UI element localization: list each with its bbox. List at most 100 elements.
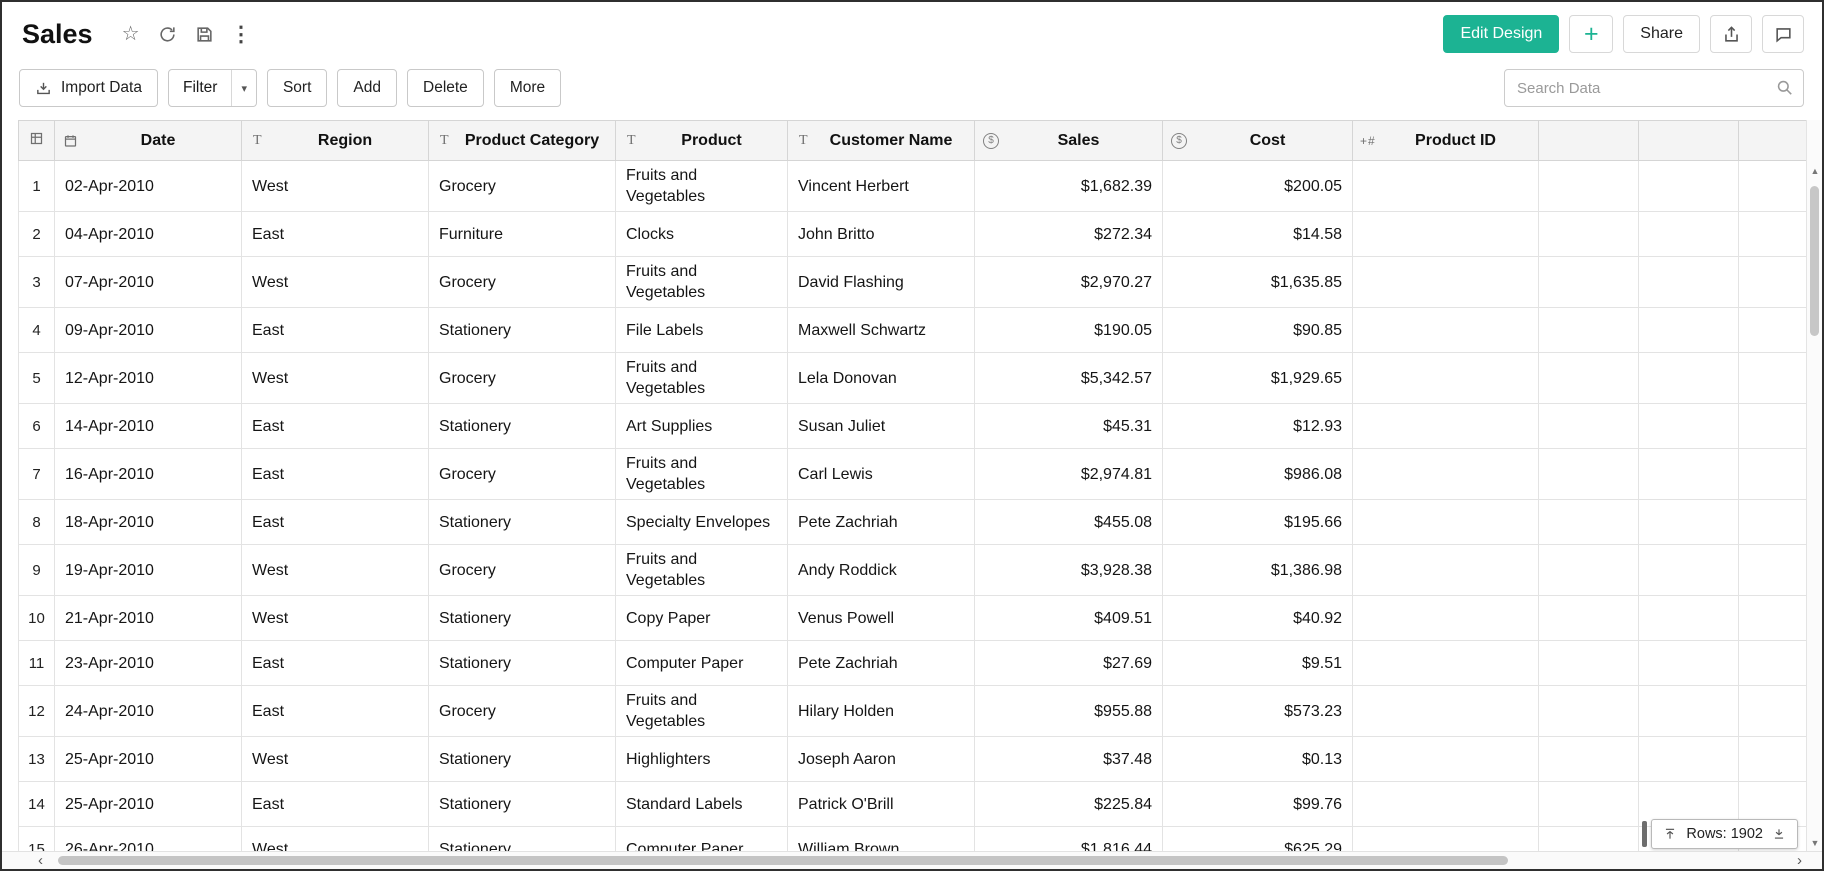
cell-customer[interactable]: David Flashing <box>788 257 975 308</box>
cell-cost[interactable]: $9.51 <box>1163 641 1353 686</box>
cell-customer[interactable]: William Brown <box>788 827 975 852</box>
cell-empty[interactable] <box>1739 353 1808 404</box>
cell-cost[interactable]: $14.58 <box>1163 212 1353 257</box>
cell-region[interactable]: West <box>242 545 429 596</box>
cell-category[interactable]: Grocery <box>429 257 616 308</box>
cell-sales[interactable]: $1,682.39 <box>975 161 1163 212</box>
cell-category[interactable]: Stationery <box>429 641 616 686</box>
cell-empty[interactable] <box>1739 641 1808 686</box>
cell-category[interactable]: Stationery <box>429 308 616 353</box>
cell-empty[interactable] <box>1353 827 1539 852</box>
cell-empty[interactable] <box>1539 827 1639 852</box>
cell-product[interactable]: Fruits and Vegetables <box>616 686 788 737</box>
cell-product[interactable]: Copy Paper <box>616 596 788 641</box>
more-button[interactable]: More <box>494 69 561 107</box>
cell-empty[interactable] <box>1353 257 1539 308</box>
create-new-button[interactable]: + <box>1569 15 1613 53</box>
cell-cost[interactable]: $573.23 <box>1163 686 1353 737</box>
cell-empty[interactable] <box>1539 308 1639 353</box>
column-header-region[interactable]: T Region <box>242 121 429 161</box>
row-number[interactable]: 13 <box>19 737 55 782</box>
filter-label[interactable]: Filter <box>169 70 231 106</box>
cell-customer[interactable]: Susan Juliet <box>788 404 975 449</box>
cell-date[interactable]: 23-Apr-2010 <box>55 641 242 686</box>
cell-category[interactable]: Stationery <box>429 782 616 827</box>
cell-date[interactable]: 07-Apr-2010 <box>55 257 242 308</box>
cell-date[interactable]: 14-Apr-2010 <box>55 404 242 449</box>
scroll-down-icon[interactable]: ▼ <box>1807 838 1822 848</box>
cell-customer[interactable]: Andy Roddick <box>788 545 975 596</box>
cell-category[interactable]: Stationery <box>429 596 616 641</box>
cell-region[interactable]: East <box>242 308 429 353</box>
cell-customer[interactable]: Carl Lewis <box>788 449 975 500</box>
cell-date[interactable]: 26-Apr-2010 <box>55 827 242 852</box>
cell-empty[interactable] <box>1539 404 1639 449</box>
cell-cost[interactable]: $12.93 <box>1163 404 1353 449</box>
cell-empty[interactable] <box>1539 545 1639 596</box>
cell-cost[interactable]: $99.76 <box>1163 782 1353 827</box>
badge-handle[interactable] <box>1642 821 1647 847</box>
cell-empty[interactable] <box>1539 500 1639 545</box>
cell-empty[interactable] <box>1539 257 1639 308</box>
cell-category[interactable]: Stationery <box>429 500 616 545</box>
sort-button[interactable]: Sort <box>267 69 327 107</box>
cell-empty[interactable] <box>1539 641 1639 686</box>
horizontal-scroll-thumb[interactable] <box>58 856 1508 865</box>
cell-date[interactable]: 19-Apr-2010 <box>55 545 242 596</box>
cell-empty[interactable] <box>1539 596 1639 641</box>
column-header-sales[interactable]: $ Sales <box>975 121 1163 161</box>
save-icon[interactable] <box>195 25 214 44</box>
cell-empty[interactable] <box>1353 161 1539 212</box>
cell-cost[interactable]: $40.92 <box>1163 596 1353 641</box>
row-number[interactable]: 14 <box>19 782 55 827</box>
row-number[interactable]: 2 <box>19 212 55 257</box>
cell-empty[interactable] <box>1539 161 1639 212</box>
cell-category[interactable]: Furniture <box>429 212 616 257</box>
cell-date[interactable]: 12-Apr-2010 <box>55 353 242 404</box>
cell-customer[interactable]: Joseph Aaron <box>788 737 975 782</box>
cell-region[interactable]: East <box>242 212 429 257</box>
cell-empty[interactable] <box>1639 596 1739 641</box>
cell-sales[interactable]: $27.69 <box>975 641 1163 686</box>
cell-empty[interactable] <box>1739 257 1808 308</box>
export-button[interactable] <box>1710 15 1752 53</box>
cell-empty[interactable] <box>1353 449 1539 500</box>
cell-empty[interactable] <box>1639 545 1739 596</box>
cell-sales[interactable]: $2,970.27 <box>975 257 1163 308</box>
column-header-product-id[interactable]: +# Product ID <box>1353 121 1539 161</box>
cell-empty[interactable] <box>1639 257 1739 308</box>
cell-customer[interactable]: Pete Zachriah <box>788 500 975 545</box>
refresh-icon[interactable] <box>158 25 177 44</box>
filter-split-button[interactable]: Filter ▾ <box>168 69 257 107</box>
row-number[interactable]: 7 <box>19 449 55 500</box>
cell-category[interactable]: Stationery <box>429 737 616 782</box>
cell-region[interactable]: East <box>242 404 429 449</box>
cell-cost[interactable]: $1,929.65 <box>1163 353 1353 404</box>
cell-region[interactable]: West <box>242 257 429 308</box>
cell-category[interactable]: Stationery <box>429 404 616 449</box>
vertical-scrollbar[interactable]: ▲ ▼ <box>1806 120 1822 851</box>
cell-category[interactable]: Grocery <box>429 353 616 404</box>
cell-product[interactable]: Fruits and Vegetables <box>616 257 788 308</box>
cell-empty[interactable] <box>1353 404 1539 449</box>
cell-empty[interactable] <box>1539 353 1639 404</box>
cell-empty[interactable] <box>1353 737 1539 782</box>
cell-empty[interactable] <box>1539 449 1639 500</box>
cell-date[interactable]: 02-Apr-2010 <box>55 161 242 212</box>
cell-product[interactable]: Specialty Envelopes <box>616 500 788 545</box>
cell-region[interactable]: West <box>242 161 429 212</box>
cell-cost[interactable]: $195.66 <box>1163 500 1353 545</box>
cell-date[interactable]: 25-Apr-2010 <box>55 782 242 827</box>
cell-cost[interactable]: $1,635.85 <box>1163 257 1353 308</box>
cell-sales[interactable]: $190.05 <box>975 308 1163 353</box>
cell-product[interactable]: Computer Paper <box>616 827 788 852</box>
cell-sales[interactable]: $455.08 <box>975 500 1163 545</box>
cell-empty[interactable] <box>1353 686 1539 737</box>
cell-category[interactable]: Grocery <box>429 161 616 212</box>
column-header-product[interactable]: T Product <box>616 121 788 161</box>
cell-sales[interactable]: $2,974.81 <box>975 449 1163 500</box>
favorite-star-icon[interactable]: ☆ <box>122 24 140 44</box>
cell-empty[interactable] <box>1539 212 1639 257</box>
cell-empty[interactable] <box>1739 545 1808 596</box>
cell-empty[interactable] <box>1353 212 1539 257</box>
